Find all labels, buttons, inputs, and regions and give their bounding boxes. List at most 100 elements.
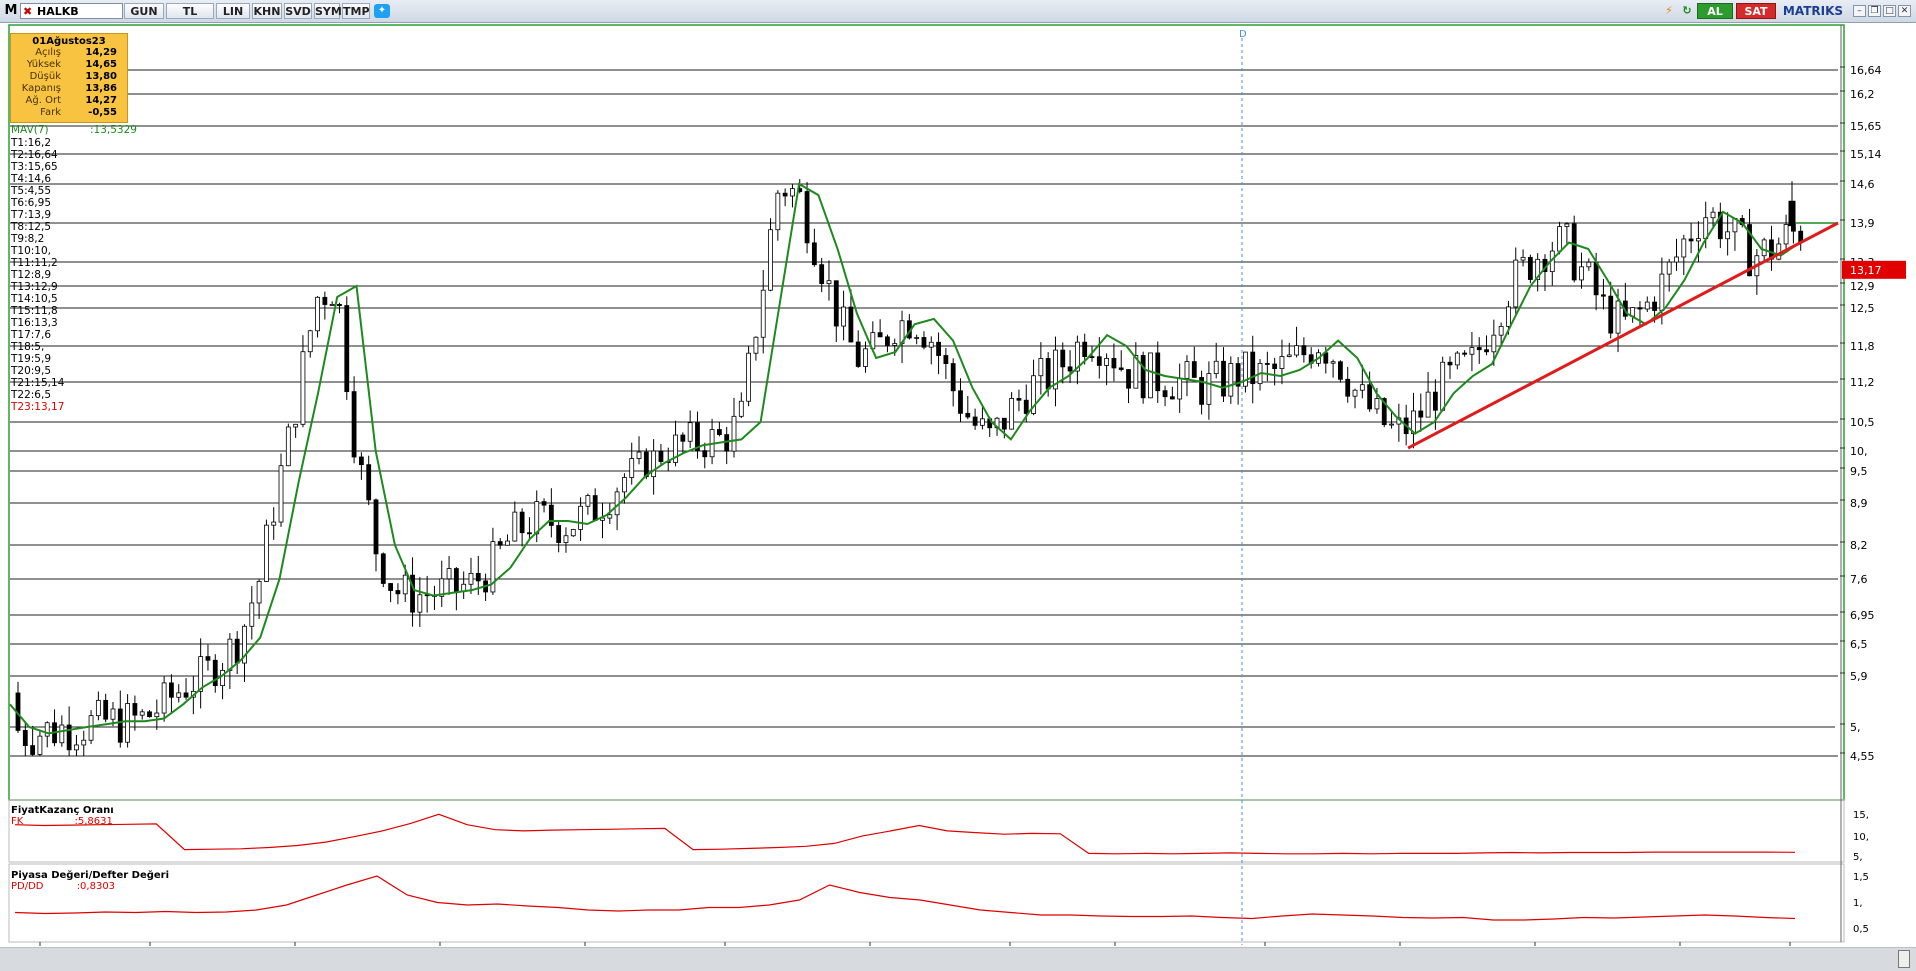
candle-down [1476,347,1482,351]
candle-down [475,572,481,582]
candle-down [388,583,394,591]
candle-up [1330,361,1336,364]
candle-up [95,699,101,717]
candle-up [74,744,79,751]
candle-down [556,525,562,543]
candle-up [220,669,225,687]
candle-up [570,528,576,537]
candle-down [1418,410,1424,418]
candle-up [1520,256,1526,261]
main-panel-frame [8,24,1845,801]
info-row: Fark -0,55 [11,107,127,119]
candle-up [512,511,518,542]
candle-up [293,423,299,428]
candle-up [1783,224,1789,245]
candle-up [636,451,642,459]
axis-label: 12,5 [1850,302,1875,315]
candle-down [1432,391,1438,411]
candle-down [1111,358,1117,369]
candle-up [928,341,934,348]
candle-up [300,351,306,425]
candle-up [1579,266,1584,281]
candle-up [1666,261,1672,275]
level-item: T23:13,17 [11,401,65,413]
mav-value: :13,5329 [89,124,137,136]
candle-up [249,602,255,627]
candle-down [337,304,342,306]
price-chart[interactable]: 16,6416,215,6515,1414,613,913,312,912,51… [0,0,1916,947]
fk-series-label: FK [11,816,24,827]
axis-label: 10,5 [1850,416,1875,429]
candle-up [88,715,94,741]
level-item: T20:9,5 [11,365,52,377]
candle-up [110,708,116,720]
candle-down [680,434,686,442]
candle-up [607,514,613,519]
axis-label: 11,8 [1850,340,1875,353]
candle-up [1506,306,1511,327]
candle-up [738,400,744,417]
candle-down [1571,223,1577,281]
level-item: T1:16,2 [11,137,52,149]
candle-up [125,703,130,743]
candle-up [505,540,510,546]
candle-down [804,191,810,244]
candle-down [848,306,854,343]
axis-label: 8,9 [1850,497,1868,510]
level-item: T7:13,9 [11,209,52,221]
pddd-panel-frame [8,863,1845,943]
candle-up [1184,361,1190,379]
level-item: T11:11,2 [11,257,58,269]
scroll-handle[interactable] [1898,950,1910,968]
candle-down [877,332,883,338]
level-item: T8:12,5 [11,221,52,233]
candle-down [921,337,927,348]
pddd-panel-title: Piyasa Değeri/Defter Değeri [11,870,170,881]
fk-value: :5,8631 [74,816,113,827]
candle-down [147,711,152,718]
candle-up [1206,373,1212,405]
candle-down [1527,256,1533,280]
axis-label: 4,55 [1850,750,1875,763]
candle-up [585,495,591,507]
candle-up [468,572,474,585]
info-label: Fark [40,107,61,118]
axis-label: 8,2 [1850,539,1868,552]
candle-up [402,574,408,595]
axis-label: 10, [1850,445,1868,458]
axis-label: 13,9 [1850,217,1875,230]
candle-down [366,464,372,501]
candle-up [256,581,262,604]
candle-down [183,692,189,698]
candle-down [782,192,788,197]
candle-up [1425,391,1431,418]
candle-down [1045,358,1051,390]
info-row: Kapanış 13,86 [11,83,127,95]
fk-panel-title: FiyatKazanç Oranı [11,805,114,816]
candle-down [972,416,978,426]
candle-down [1162,390,1168,398]
candle-up [1564,223,1570,228]
candle-down [519,511,525,534]
level-item: T12:8,9 [11,269,52,281]
candle-down [811,242,817,266]
candle-down [1264,363,1270,365]
candle-up [1389,423,1394,426]
info-row: Açılış 14,29 [11,47,127,59]
candle-up [534,501,540,535]
candle-up [1681,238,1687,258]
status-bar [0,947,1916,971]
candle-down [885,336,890,346]
axis-label: 16,64 [1850,64,1882,77]
candle-down [541,501,547,506]
candle-up [578,505,583,530]
candle-down [1096,356,1102,366]
candle-down [1593,261,1599,296]
info-date: 01Ağustos23 [32,36,106,47]
candle-up [198,656,204,692]
level-item: T3:15,65 [11,161,58,173]
candle-up [1469,347,1475,355]
level-item: T18:5, [11,341,45,353]
candle-down [22,730,28,746]
candle-up [1440,361,1446,411]
